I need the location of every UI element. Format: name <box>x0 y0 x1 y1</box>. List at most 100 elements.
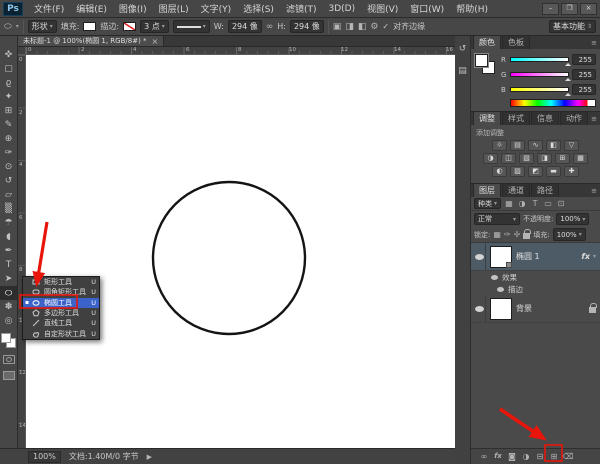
path-operations-icon[interactable]: ▣ <box>333 22 342 32</box>
visibility-toggle[interactable] <box>473 295 486 322</box>
menu-help[interactable]: 帮助(H) <box>450 0 494 17</box>
lock-position-icon[interactable]: ✢ <box>514 230 521 239</box>
tab-color[interactable]: 颜色 <box>473 35 501 49</box>
zoom-tool[interactable]: ◎ <box>0 314 18 328</box>
layer-effects-badge[interactable]: fx ▾ <box>581 252 596 261</box>
type-tool[interactable]: T <box>0 258 18 272</box>
add-layer-mask-icon[interactable]: ◙ <box>506 452 518 461</box>
opacity-input[interactable]: 100% ▾ <box>556 213 590 225</box>
eyedropper-tool[interactable]: ✎ <box>0 118 18 132</box>
menu-image[interactable]: 图像(I) <box>113 0 153 17</box>
photo-filter-icon[interactable]: ◨ <box>537 153 552 164</box>
levels-icon[interactable]: ▤ <box>510 140 525 151</box>
flyout-line-tool[interactable]: 直线工具 U <box>23 318 99 328</box>
filter-smart-object-icon[interactable]: ⊡ <box>556 199 566 208</box>
document-tab[interactable]: 未标题-1 @ 100%(椭圆 1, RGB/8#) * × <box>18 36 165 46</box>
healing-brush-tool[interactable]: ⊕ <box>0 132 18 146</box>
minimize-button[interactable]: – <box>542 2 559 15</box>
tab-channels[interactable]: 通道 <box>502 183 530 197</box>
gradient-tool[interactable]: ▒ <box>0 202 18 216</box>
maximize-button[interactable]: ❐ <box>561 2 578 15</box>
exposure-icon[interactable]: ◧ <box>546 140 561 151</box>
blue-slider[interactable] <box>510 87 571 96</box>
lock-transparency-icon[interactable]: ▦ <box>493 230 501 239</box>
vibrance-icon[interactable]: ▽ <box>564 140 579 151</box>
color-spectrum-bar[interactable] <box>510 99 596 107</box>
layer-name[interactable]: 椭圆 1 <box>516 251 540 262</box>
menu-layer[interactable]: 图层(L) <box>153 0 195 17</box>
tab-swatches[interactable]: 色板 <box>502 35 530 49</box>
properties-panel-icon[interactable]: ▤ <box>458 66 467 76</box>
red-slider[interactable] <box>510 57 571 66</box>
workspace-select[interactable]: 基本功能 ⇕ <box>548 20 596 33</box>
align-edges-checkbox[interactable]: ✓ <box>382 22 389 31</box>
blend-mode-select[interactable]: 正常 ▾ <box>474 213 520 225</box>
clone-stamp-tool[interactable]: ⊙ <box>0 160 18 174</box>
brush-tool[interactable]: ✑ <box>0 146 18 160</box>
panel-menu-icon[interactable]: ≡ <box>591 187 597 195</box>
color-balance-icon[interactable]: ◫ <box>501 153 516 164</box>
path-alignment-icon[interactable]: ◨ <box>345 22 354 32</box>
tool-mode-select[interactable]: 形状 ▾ <box>27 20 57 33</box>
filter-shape-icon[interactable]: ▭ <box>543 199 553 208</box>
tab-paths[interactable]: 路径 <box>531 183 559 197</box>
green-slider[interactable] <box>510 72 571 81</box>
blue-value-input[interactable]: 255 <box>572 84 596 95</box>
crop-tool[interactable]: ⊞ <box>0 104 18 118</box>
tab-adjustments[interactable]: 调整 <box>473 111 501 125</box>
layer-thumbnail[interactable] <box>490 245 512 268</box>
lock-pixels-icon[interactable]: ✑ <box>504 230 511 239</box>
panel-menu-icon[interactable]: ≡ <box>591 115 597 123</box>
channel-mixer-icon[interactable]: ⊞ <box>555 153 570 164</box>
tab-close-icon[interactable]: × <box>152 37 159 46</box>
flyout-ellipse-tool[interactable]: ▪ 椭圆工具 U <box>23 297 99 308</box>
red-value-input[interactable]: 255 <box>572 54 596 65</box>
gradient-map-icon[interactable]: ▬ <box>546 166 561 177</box>
delete-layer-icon[interactable]: ⌫ <box>562 452 574 461</box>
shape-width-input[interactable]: 294 像 <box>227 20 262 33</box>
dodge-tool[interactable]: ◖ <box>0 230 18 244</box>
flyout-rounded-rectangle-tool[interactable]: 圆角矩形工具 U <box>23 287 99 297</box>
blur-tool[interactable]: ☂ <box>0 216 18 230</box>
curves-icon[interactable]: ∿ <box>528 140 543 151</box>
filter-pixel-icon[interactable]: ▦ <box>504 199 514 208</box>
filter-kind-select[interactable]: 种类 ▾ <box>474 198 502 209</box>
path-arrangement-icon[interactable]: ◧ <box>358 22 367 32</box>
hue-saturation-icon[interactable]: ◑ <box>483 153 498 164</box>
menu-filter[interactable]: 滤镜(T) <box>280 0 323 17</box>
link-dimensions-icon[interactable]: ∞ <box>266 22 274 32</box>
screen-mode-button[interactable] <box>2 371 15 380</box>
gear-icon[interactable]: ⚙ <box>370 22 378 32</box>
foreground-color-swatch[interactable] <box>1 333 11 343</box>
filter-type-icon[interactable]: T <box>530 199 540 208</box>
menu-edit[interactable]: 编辑(E) <box>70 0 113 17</box>
lasso-tool[interactable]: ϱ <box>0 76 18 90</box>
layer-name[interactable]: 背景 <box>516 303 532 314</box>
status-options-icon[interactable]: ▶ <box>147 453 152 461</box>
eraser-tool[interactable]: ▱ <box>0 188 18 202</box>
menu-type[interactable]: 文字(Y) <box>195 0 238 17</box>
flyout-custom-shape-tool[interactable]: 自定形状工具 U <box>23 328 99 338</box>
shape-height-input[interactable]: 294 像 <box>289 20 324 33</box>
ellipse-shape[interactable] <box>26 55 455 448</box>
effects-row[interactable]: 效果 <box>471 271 600 283</box>
layer-style-icon[interactable]: fx <box>492 453 504 460</box>
stroke-effect-row[interactable]: 描边 <box>471 283 600 295</box>
path-selection-tool[interactable]: ➤ <box>0 272 18 286</box>
move-tool[interactable]: ✜ <box>0 48 18 62</box>
magic-wand-tool[interactable]: ✦ <box>0 90 18 104</box>
eye-icon[interactable] <box>491 274 498 280</box>
black-white-icon[interactable]: ▧ <box>519 153 534 164</box>
posterize-icon[interactable]: ▨ <box>510 166 525 177</box>
menu-file[interactable]: 文件(F) <box>28 0 70 17</box>
history-panel-icon[interactable]: ↺ <box>459 44 467 54</box>
new-group-icon[interactable]: ⊟ <box>534 452 546 461</box>
history-brush-tool[interactable]: ↺ <box>0 174 18 188</box>
foreground-color-swatch[interactable] <box>475 54 488 67</box>
hand-tool[interactable]: ✽ <box>0 300 18 314</box>
fill-input[interactable]: 100% ▾ <box>552 228 586 241</box>
new-layer-button[interactable]: ⊞ <box>548 452 560 461</box>
tool-preset-chevron-icon[interactable]: ▾ <box>16 23 19 30</box>
quick-mask-button[interactable] <box>2 355 15 364</box>
filter-adjustment-icon[interactable]: ◑ <box>517 199 527 208</box>
